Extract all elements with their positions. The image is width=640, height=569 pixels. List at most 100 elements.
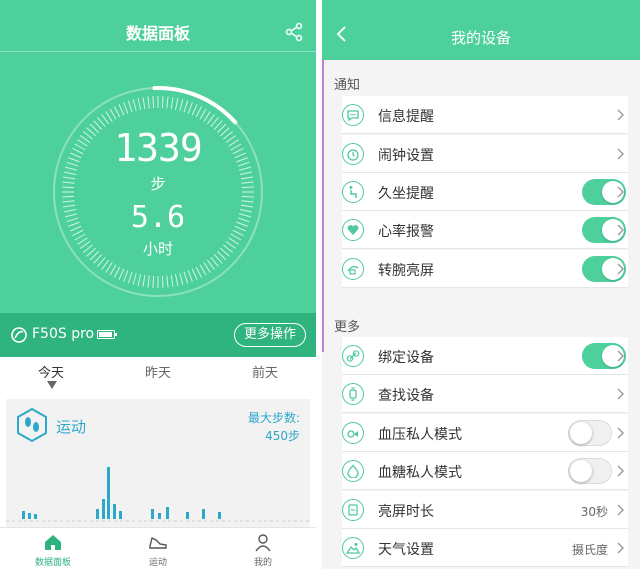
- settings-row-label: 查找设备: [378, 388, 434, 404]
- ring-tick: [161, 96, 164, 109]
- ring-tick: [199, 108, 207, 120]
- toggle-switch[interactable]: [568, 420, 612, 446]
- ring-tick: [203, 262, 211, 273]
- ring-tick: [62, 195, 75, 198]
- activity-card: 运动 最大步数: 450步: [6, 399, 310, 527]
- activity-bar: [34, 514, 37, 519]
- day-tab-day-before[interactable]: 前天: [252, 362, 278, 381]
- settings-row-label: 血糖私人模式: [378, 465, 462, 481]
- activity-bar: [166, 507, 169, 519]
- tab-dashboard-label: 数据面板: [34, 558, 71, 568]
- settings-row[interactable]: 久坐提醒: [342, 173, 628, 211]
- ring-tick: [206, 114, 215, 125]
- tab-dashboard[interactable]: 数据面板: [0, 528, 106, 569]
- blood-pressure-icon: [342, 422, 364, 444]
- settings-row[interactable]: 天气设置 摄氏度: [342, 529, 628, 567]
- ring-tick: [142, 274, 146, 287]
- home-icon: [45, 535, 61, 550]
- ring-tick: [147, 96, 150, 109]
- activity-bar: [218, 512, 221, 519]
- settings-row-value: 30秒: [580, 505, 608, 519]
- settings-row-label: 闹钟设置: [378, 148, 434, 164]
- ring-tick: [132, 273, 137, 285]
- settings-row[interactable]: 亮屏时长 30秒: [342, 491, 628, 529]
- ring-tick: [105, 111, 113, 122]
- toggle-knob: [570, 422, 592, 444]
- link-icon: [342, 345, 364, 367]
- activity-bar: [202, 509, 205, 519]
- bottom-tab-bar: 数据面板 运动 我的: [0, 527, 316, 569]
- ring-tick: [101, 114, 110, 125]
- ring-tick: [123, 102, 129, 114]
- battery-icon: [97, 330, 117, 339]
- tab-sport[interactable]: 运动: [105, 528, 211, 569]
- ring-tick: [187, 270, 193, 282]
- ring-tick: [123, 270, 129, 282]
- alarm-clock-icon: [342, 143, 364, 165]
- ring-tick: [191, 104, 198, 116]
- settings-row[interactable]: 转腕亮屏: [342, 250, 628, 288]
- ring-tick: [166, 96, 169, 109]
- steps-unit: 步: [150, 175, 166, 193]
- ring-tick: [113, 106, 121, 118]
- sitting-person-icon: [342, 181, 364, 203]
- settings-row-label: 心率报警: [378, 224, 434, 240]
- ring-tick: [187, 102, 193, 114]
- settings-row-label: 血压私人模式: [378, 427, 462, 443]
- activity-bar: [102, 499, 105, 519]
- footprints-icon: [17, 407, 47, 443]
- my-device-screen: 我的设备 通知 更多 信息提醒 闹钟设置 久坐提醒 心率报警 转腕亮屏 绑定设备 查找设备血…: [322, 0, 640, 569]
- chevron-right-icon: [617, 465, 624, 477]
- device-header: 我的设备: [322, 0, 640, 60]
- settings-row[interactable]: 闹钟设置: [342, 135, 628, 173]
- activity-bar: [151, 509, 154, 519]
- day-tab-yesterday[interactable]: 昨天: [145, 362, 171, 381]
- activity-bar: [96, 509, 99, 519]
- chevron-right-icon: [617, 263, 624, 275]
- band-icon: [11, 327, 27, 343]
- ring-tick: [109, 108, 117, 120]
- left-accent-line: [322, 60, 324, 352]
- ring-tick: [142, 97, 146, 110]
- ring-tick: [152, 275, 155, 288]
- chevron-right-icon: [617, 542, 624, 554]
- tab-sport-label: 运动: [148, 558, 167, 568]
- tab-mine[interactable]: 我的: [210, 528, 316, 569]
- day-selected-marker: [47, 381, 57, 389]
- more-actions-button[interactable]: 更多操作: [233, 323, 306, 347]
- dashboard-header: 数据面板 1339 步 5.6 小时: [0, 0, 316, 313]
- ring-tick: [183, 271, 189, 284]
- day-tabs: 今天 昨天 前天: [0, 357, 316, 399]
- settings-row[interactable]: 血糖私人模式: [342, 452, 628, 490]
- activity-bar: [113, 504, 116, 519]
- device-screen-title: 我的设备: [450, 29, 511, 47]
- heart-icon: [342, 219, 364, 241]
- ring-tick: [241, 195, 254, 198]
- tab-mine-label: 我的: [253, 558, 272, 568]
- ring-tick: [203, 111, 211, 122]
- max-steps-value: 450步: [265, 429, 300, 443]
- settings-row[interactable]: 绑定设备: [342, 337, 628, 375]
- activity-bar: [119, 511, 122, 519]
- activity-bar: [186, 512, 189, 519]
- ring-tick: [183, 100, 189, 113]
- day-tab-today[interactable]: 今天: [38, 362, 64, 381]
- activity-bar: [22, 511, 25, 519]
- max-steps-label: 最大步数:: [247, 411, 300, 425]
- settings-row[interactable]: 血压私人模式: [342, 414, 628, 452]
- ring-tick: [127, 271, 133, 284]
- ring-tick: [179, 273, 184, 285]
- ring-tick: [152, 96, 155, 109]
- ring-tick: [132, 99, 137, 111]
- battery-fill: [99, 332, 112, 337]
- toggle-switch[interactable]: [568, 458, 612, 484]
- chevron-right-icon: [617, 388, 624, 400]
- ring-tick: [137, 274, 142, 287]
- share-icon[interactable]: [284, 22, 304, 42]
- ring-tick: [113, 266, 121, 278]
- settings-row[interactable]: 信息提醒: [342, 96, 628, 134]
- dashboard-title: 数据面板: [125, 24, 190, 43]
- ring-tick: [170, 97, 174, 110]
- settings-row[interactable]: 查找设备: [342, 375, 628, 413]
- settings-row[interactable]: 心率报警: [342, 211, 628, 249]
